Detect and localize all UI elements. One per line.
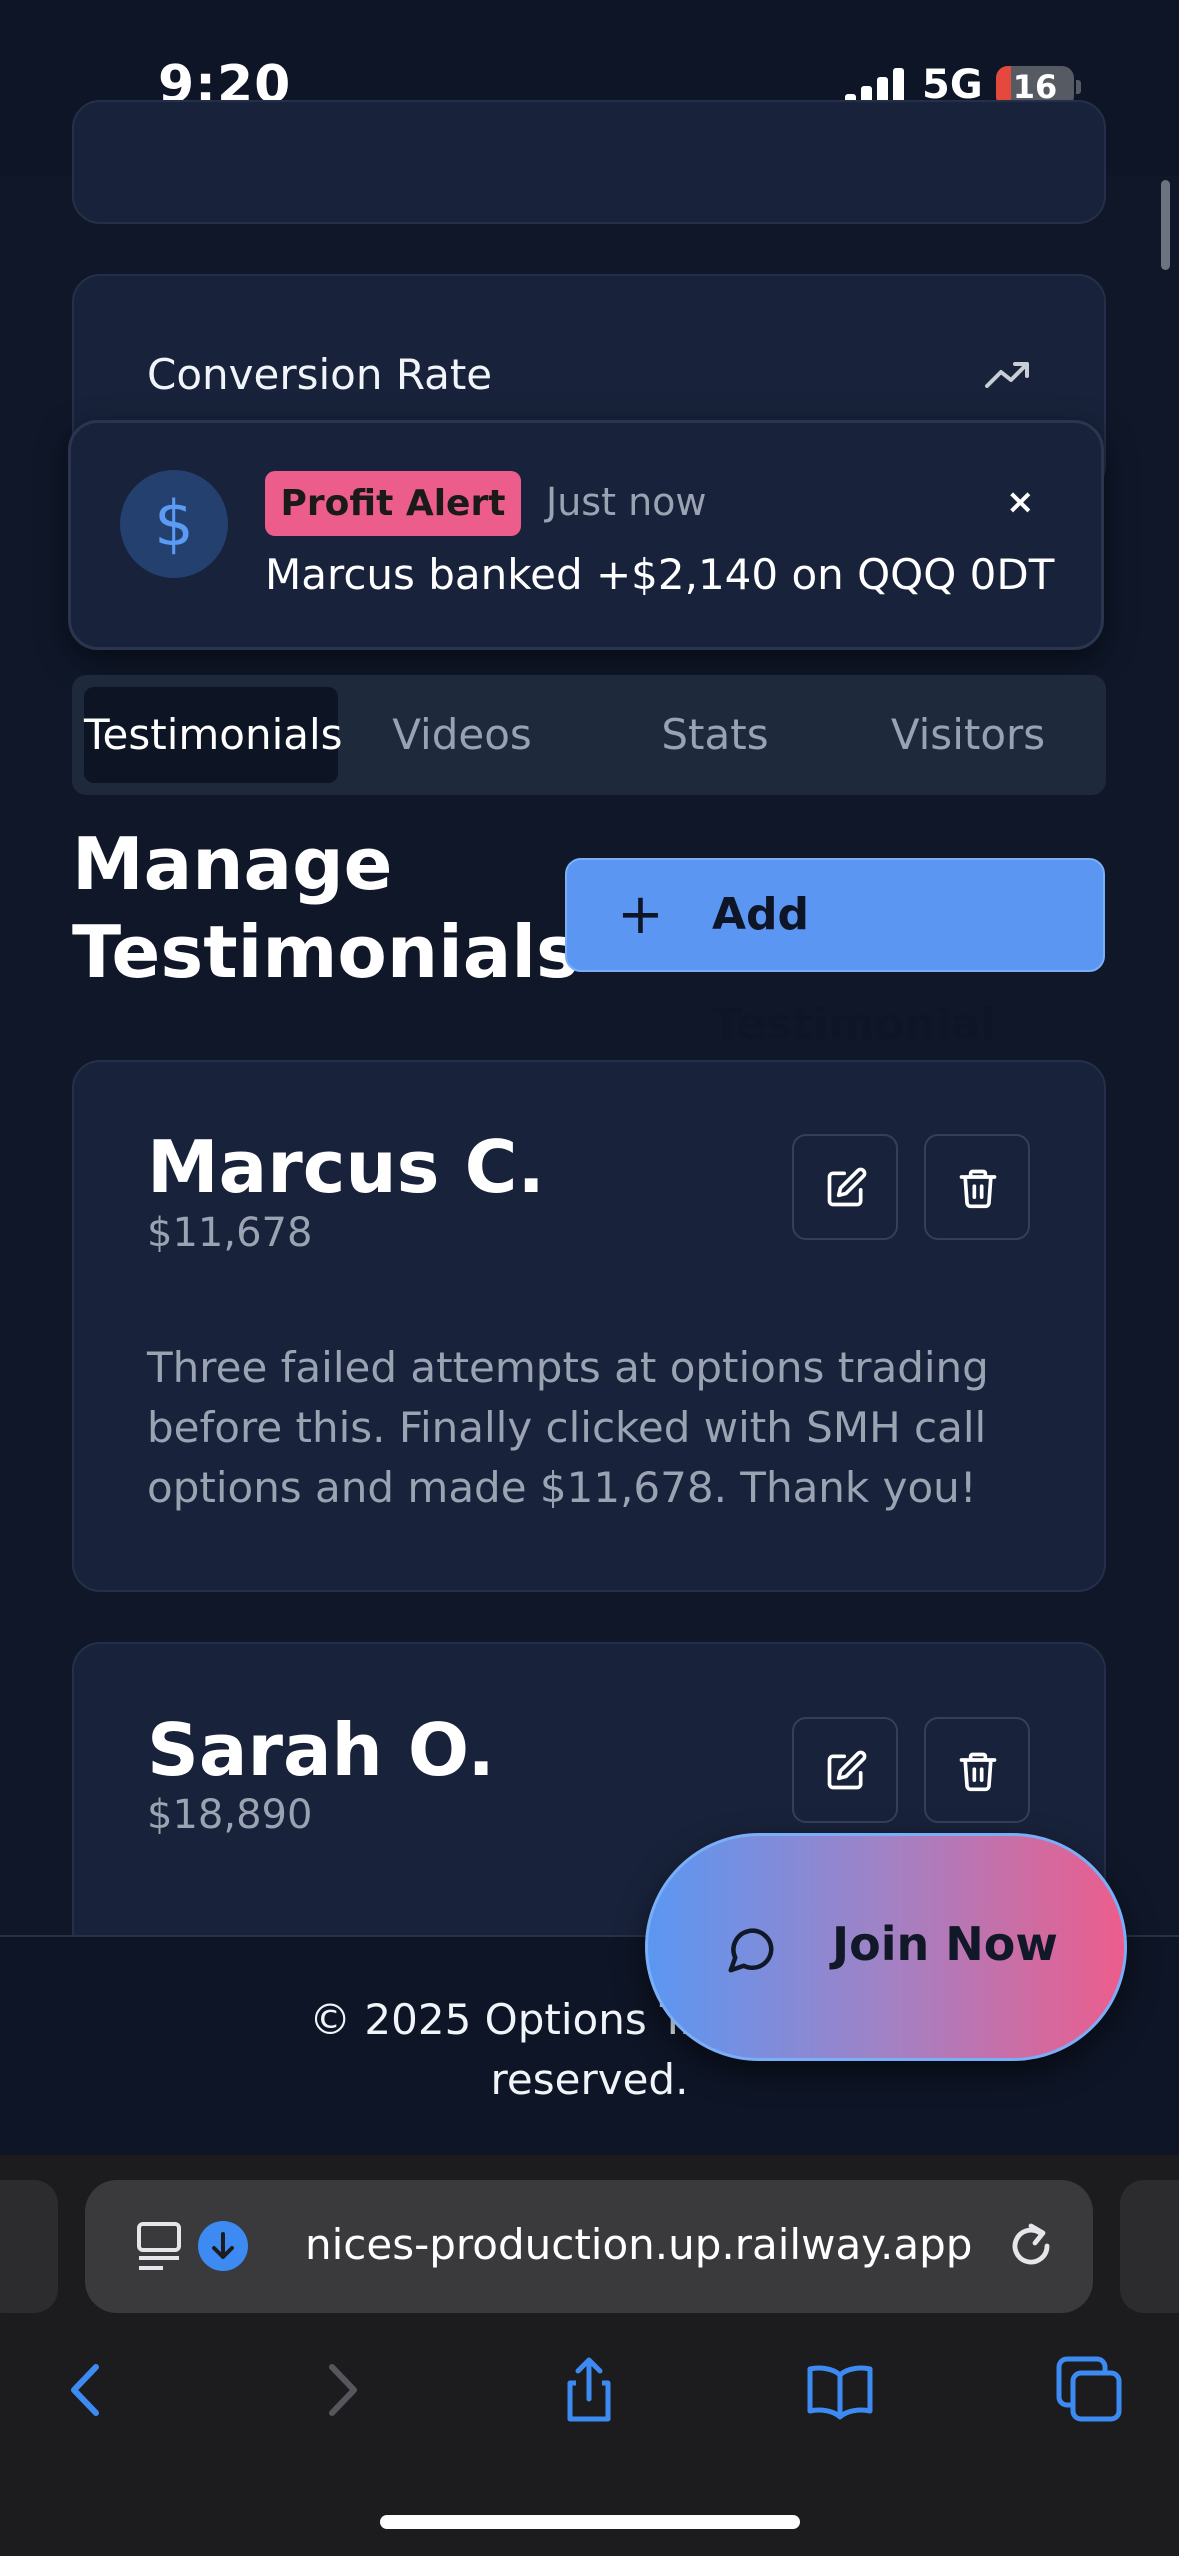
- page-title: Manage Testimonials: [72, 820, 579, 996]
- toast-message: Marcus banked +$2,140 on QQQ 0DTE: [265, 550, 1055, 599]
- testimonial-amount: $11,678: [147, 1210, 313, 1256]
- toast-time: Just now: [546, 480, 707, 524]
- page-title-line1: Manage: [72, 822, 393, 906]
- tab-stats[interactable]: Stats: [590, 687, 840, 783]
- previous-stat-card: [72, 100, 1106, 224]
- tab-testimonials[interactable]: Testimonials: [84, 687, 343, 783]
- forward-icon[interactable]: [306, 2355, 376, 2425]
- delete-button[interactable]: [924, 1717, 1030, 1823]
- testimonial-name: Marcus C.: [147, 1125, 545, 1209]
- trash-icon: [959, 1752, 997, 1792]
- previous-tab-pill[interactable]: [0, 2180, 58, 2313]
- share-icon[interactable]: [554, 2355, 624, 2425]
- download-icon[interactable]: [198, 2221, 248, 2271]
- reader-icon[interactable]: [135, 2220, 185, 2272]
- add-testimonial-label: Add Testimonial: [712, 889, 996, 1050]
- scrollbar-thumb[interactable]: [1161, 180, 1170, 270]
- trending-up-icon: [985, 362, 1029, 388]
- edit-button[interactable]: [792, 1717, 898, 1823]
- url-text[interactable]: nices-production.up.railway.app: [305, 2220, 995, 2269]
- delete-button[interactable]: [924, 1134, 1030, 1240]
- trash-icon: [959, 1169, 997, 1209]
- battery-nub: [1076, 80, 1081, 94]
- testimonial-name: Sarah O.: [147, 1708, 495, 1792]
- tab-videos[interactable]: Videos: [337, 687, 587, 783]
- chat-icon: [728, 1928, 774, 1973]
- dollar-icon: $: [120, 470, 228, 578]
- conversion-rate-label: Conversion Rate: [147, 350, 493, 399]
- close-icon[interactable]: ×: [1006, 482, 1035, 522]
- profit-alert-badge: Profit Alert: [265, 471, 521, 536]
- tabs-icon[interactable]: [1055, 2355, 1125, 2425]
- reload-icon[interactable]: [1003, 2218, 1059, 2274]
- back-icon[interactable]: [52, 2355, 122, 2425]
- next-tab-pill[interactable]: [1120, 2180, 1179, 2313]
- tab-visitors[interactable]: Visitors: [843, 687, 1093, 783]
- edit-button[interactable]: [792, 1134, 898, 1240]
- testimonial-text: Three failed attempts at options trading…: [147, 1343, 989, 1512]
- edit-icon: [827, 1167, 867, 1207]
- add-testimonial-button[interactable]: + Add Testimonial: [565, 858, 1105, 1050]
- testimonial-amount: $18,890: [147, 1792, 313, 1838]
- page-title-line2: Testimonials: [72, 910, 579, 994]
- plus-icon: +: [617, 882, 664, 947]
- home-indicator: [380, 2515, 800, 2529]
- edit-icon: [827, 1750, 867, 1790]
- join-now-label: Join Now: [832, 1917, 1058, 1971]
- bookmarks-icon[interactable]: [805, 2355, 875, 2425]
